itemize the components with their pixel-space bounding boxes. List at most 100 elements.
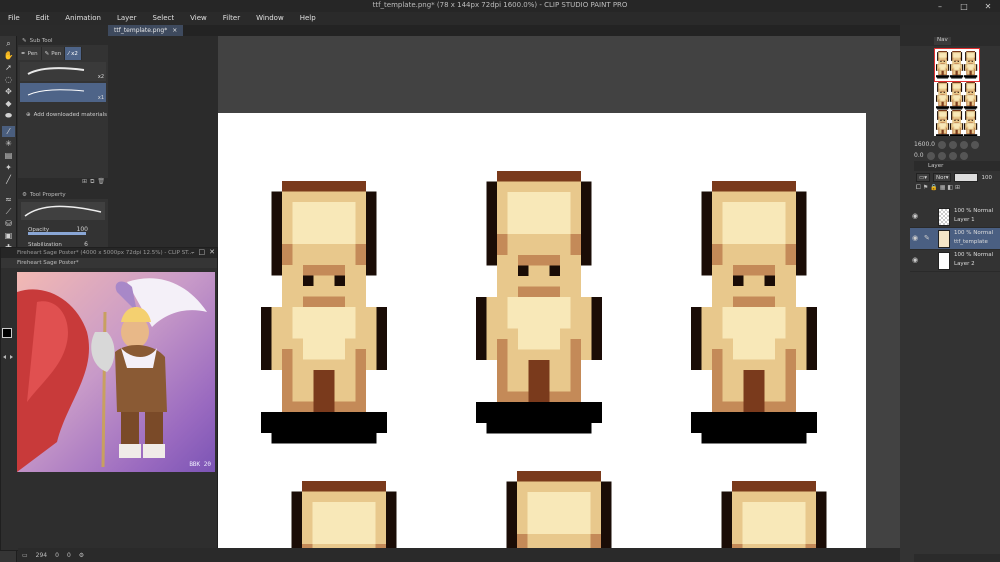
eraser-tool-icon[interactable]: ◆ [2, 98, 15, 109]
bucket-tool-icon[interactable]: ⛁ [2, 218, 15, 229]
copy-subtool-icon[interactable]: ⧉ [90, 178, 94, 188]
stroke-preview-icon [24, 205, 102, 217]
layer-thumbnail [938, 230, 950, 248]
layer-row[interactable]: ◉ 100 % Normal Layer 1 [910, 206, 1000, 228]
eye-icon[interactable]: ◉ [912, 212, 918, 220]
canvas-area[interactable] [218, 36, 900, 548]
blend-mode-dropdown[interactable]: Nor ▾ [932, 173, 952, 182]
close-tab-icon[interactable]: × [172, 27, 177, 34]
minimize-icon[interactable]: – [928, 0, 952, 12]
rotate-left-icon[interactable] [926, 151, 935, 160]
reset-rotation-icon[interactable] [948, 151, 957, 160]
menu-window[interactable]: Window [248, 12, 292, 25]
subtool-tab-pencil[interactable]: ✎ Pen [41, 47, 66, 60]
navigator-view-frame[interactable] [934, 48, 980, 82]
close-icon[interactable]: ✕ [209, 248, 215, 256]
reference-tab[interactable]: Fireheart Sage Poster* [1, 258, 217, 268]
decoration-tool-icon[interactable]: ✦ [2, 162, 15, 173]
eye-icon[interactable]: ◉ [912, 256, 918, 264]
line-tool-icon[interactable]: ╱ [2, 174, 15, 185]
new-subtool-icon[interactable]: ⊞ [82, 178, 87, 188]
close-icon[interactable]: ✕ [976, 0, 1000, 12]
reference-artwork: BBK 20 [17, 272, 215, 472]
opacity-slider[interactable] [954, 173, 979, 182]
layer-tab[interactable]: Layer [928, 163, 943, 169]
airbrush-tool-icon[interactable]: ✳ [2, 138, 15, 149]
opacity-row[interactable]: Opacity 100 [18, 224, 108, 235]
blend-tool-icon[interactable]: ≈ [2, 194, 15, 205]
layer-type-dropdown[interactable]: ▭▾ [916, 173, 930, 182]
brush-item-x2[interactable]: x2 [20, 62, 106, 81]
shape-tool-icon[interactable]: ▣ [2, 230, 15, 241]
rotation-value[interactable]: 0.0 [914, 152, 924, 159]
zoom-readout[interactable]: 294 [36, 552, 47, 559]
lock-transparency-icon[interactable]: ▦ [940, 184, 946, 194]
reference-layer-icon[interactable]: ⚑ [923, 184, 928, 194]
menu-edit[interactable]: Edit [28, 12, 58, 25]
fill-tool-icon[interactable]: ⬬ [2, 110, 15, 121]
layer-row-selected[interactable]: ◉ ✎ 100 % Normal ttf_template [910, 228, 1000, 250]
minimize-icon[interactable]: – [191, 248, 195, 256]
menu-select[interactable]: Select [145, 12, 183, 25]
hand-tool-icon[interactable]: ✋ [2, 50, 15, 61]
zoom-out-icon[interactable] [938, 140, 946, 149]
eyedropper-tool-icon[interactable]: ⟋ [2, 206, 15, 217]
layer-name[interactable]: Layer 1 [954, 217, 975, 223]
gradient-tool-icon[interactable]: ▤ [2, 150, 15, 161]
layer-toolbar: ⧠ ⚑ 🔒 ▦ ◧ ⊞ [914, 184, 1000, 194]
move-tool-icon[interactable]: ✥ [2, 86, 15, 97]
subtool-tab-pen[interactable]: ✒ Pen [18, 47, 42, 60]
maximize-icon[interactable]: □ [952, 0, 976, 12]
zoom-value[interactable]: 1600.0 [914, 141, 935, 148]
menu-layer[interactable]: Layer [109, 12, 145, 25]
color-swatch[interactable] [0, 324, 17, 359]
subtool-tab-dot[interactable]: ⁄ x2 [65, 47, 82, 60]
reference-window-titlebar[interactable]: Fireheart Sage Poster* (4000 x 5000px 72… [1, 248, 217, 258]
opacity-slider[interactable] [28, 232, 86, 235]
operation-tool-icon[interactable]: ➚ [2, 62, 15, 73]
subtool-header: ✎ Sub Tool [18, 36, 108, 45]
maximize-icon[interactable]: □ [199, 248, 206, 256]
layer-name[interactable]: Layer 2 [954, 261, 975, 267]
rotate-readout[interactable]: 0 [67, 552, 71, 559]
menu-help[interactable]: Help [292, 12, 324, 25]
actual-size-icon[interactable] [971, 140, 979, 149]
layer-opacity-value[interactable]: 100 [981, 175, 992, 181]
canvas-tab[interactable]: ttf_template.png* × [108, 25, 184, 36]
lock-icon[interactable]: 🔒 [930, 184, 937, 194]
clip-layer-icon[interactable]: ⧠ [916, 184, 921, 194]
canvas[interactable] [218, 113, 866, 548]
menu-animation[interactable]: Animation [57, 12, 109, 25]
rotate-right-icon[interactable] [937, 151, 946, 160]
dot-pen-icon: ⁄ [68, 50, 70, 57]
brush-indicator-icon: ▭ [22, 551, 28, 559]
rotation-row[interactable]: 0.0 [914, 150, 998, 161]
layer-row[interactable]: ◉ 100 % Normal Layer 2 [910, 250, 1000, 272]
ruler-icon[interactable]: ⊞ [955, 184, 960, 194]
mask-icon[interactable]: ◧ [947, 184, 953, 194]
angle-readout[interactable]: 0 [55, 552, 59, 559]
navigator-tab[interactable]: Nav [934, 37, 951, 45]
add-materials-button[interactable]: ⊕ Add downloaded materials [18, 112, 108, 118]
pen-tool-icon[interactable]: ⁄ [2, 126, 15, 137]
layer-name[interactable]: ttf_template [954, 239, 988, 245]
lasso-tool-icon[interactable]: ◌ [2, 74, 15, 85]
tool-stroke-preview [21, 202, 105, 220]
swap-colors-icon[interactable] [3, 344, 13, 359]
menu-view[interactable]: View [182, 12, 215, 25]
delete-subtool-icon[interactable]: 🗑 [97, 178, 105, 188]
flip-horizontal-icon[interactable] [959, 151, 968, 160]
layer-mode: 100 % Normal [954, 208, 994, 214]
zoom-row[interactable]: 1600.0 [914, 139, 998, 150]
eye-icon[interactable]: ◉ [912, 234, 918, 242]
navigator-thumbnail[interactable] [934, 48, 980, 136]
brush-item-x1[interactable]: x1 [20, 83, 106, 102]
main-color-swatch[interactable] [2, 328, 12, 338]
zoom-in-icon[interactable] [949, 140, 957, 149]
settings-icon[interactable]: ⚙ [79, 552, 84, 559]
reference-window-controls: – □ ✕ [191, 248, 215, 256]
menu-filter[interactable]: Filter [215, 12, 248, 25]
fit-icon[interactable] [960, 140, 968, 149]
menu-file[interactable]: File [0, 12, 28, 25]
zoom-tool-icon[interactable]: ⌕ [2, 38, 15, 49]
